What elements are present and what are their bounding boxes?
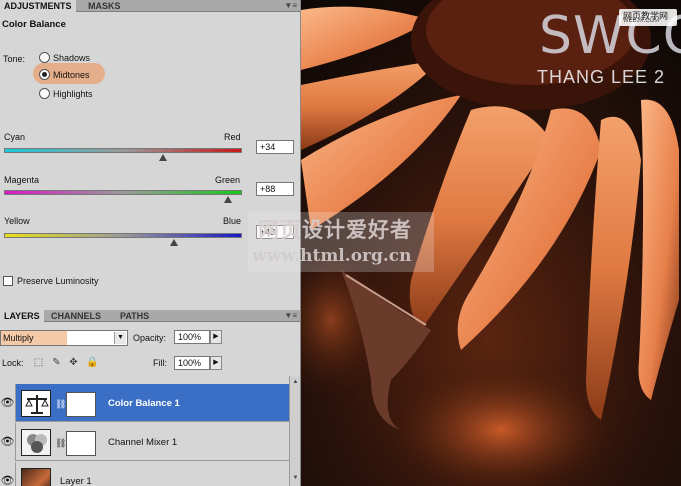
layers-scrollbar[interactable]: ▲ ▼ [289, 376, 300, 486]
layers-tabbar: LAYERS CHANNELS PATHS ▼≡ [0, 310, 300, 322]
adjustment-title: Color Balance [2, 19, 66, 30]
layers-list: 👁 ⛓ Color Balance 1 👁 ⛓ Channel Mixer 1 … [0, 376, 289, 486]
tab-paths[interactable]: PATHS [116, 310, 153, 322]
lock-transparent-icon[interactable]: ⬚ [33, 357, 44, 368]
preserve-luminosity-row[interactable]: Preserve Luminosity [3, 276, 99, 286]
cyan-red-slider-thumb[interactable] [159, 154, 168, 161]
tone-option-highlights[interactable]: Highlights [39, 87, 93, 100]
tone-option-midtones[interactable]: Midtones [39, 68, 90, 81]
scales-icon [21, 390, 51, 417]
tone-option-label: Shadows [53, 52, 91, 63]
magenta-green-value-input[interactable]: +88 [256, 182, 294, 196]
magenta-green-slider-thumb[interactable] [223, 196, 232, 203]
link-icon[interactable]: ⛓ [55, 438, 66, 449]
tab-layers[interactable]: LAYERS [0, 310, 44, 322]
layer-thumbnail [21, 468, 51, 486]
layer-name: Channel Mixer 1 [108, 437, 178, 448]
blend-mode-select[interactable]: Multiply ▼ [0, 330, 128, 346]
preserve-luminosity-label: Preserve Luminosity [17, 276, 99, 286]
lock-brush-icon[interactable]: ✎ [51, 357, 62, 368]
watermark-subtitle: THANG LEE 2 [537, 67, 666, 87]
chevron-down-icon[interactable]: ▼ [114, 332, 126, 344]
panel-menu-icon[interactable]: ▼≡ [284, 1, 297, 11]
layer-name: Color Balance 1 [108, 398, 180, 409]
tone-option-label: Midtones [53, 69, 90, 80]
magenta-green-slider-track[interactable] [4, 190, 242, 195]
opacity-input[interactable]: 100% [174, 330, 210, 344]
preserve-luminosity-checkbox[interactable] [3, 276, 13, 286]
layer-row-layer-1[interactable]: 👁 Layer 1 [0, 462, 289, 486]
slider-cyan-label: Cyan [4, 132, 26, 142]
slider-yellow-label: Yellow [4, 216, 30, 226]
radio-highlights[interactable] [39, 88, 50, 99]
layer-row-color-balance[interactable]: 👁 ⛓ Color Balance 1 [0, 384, 289, 422]
overlay-watermark-url: www.html.org.cn [252, 246, 412, 266]
lock-move-icon[interactable]: ✥ [68, 357, 79, 368]
site-badge: 网页教学网 WEBJX.COM [619, 9, 677, 26]
slider-magenta-label: Magenta [4, 175, 40, 185]
blend-mode-value: Multiply [3, 333, 34, 343]
eye-icon[interactable]: 👁 [0, 462, 16, 486]
layer-name: Layer 1 [60, 476, 92, 486]
site-badge-url: WEBJX.COM [623, 18, 660, 24]
radio-shadows[interactable] [39, 52, 50, 63]
eye-icon[interactable]: 👁 [0, 384, 16, 422]
layer-row-channel-mixer[interactable]: 👁 ⛓ Channel Mixer 1 [0, 423, 289, 461]
slider-red-label: Red [224, 132, 241, 142]
tone-option-label: Highlights [53, 88, 93, 99]
layer-mask-thumbnail[interactable] [66, 392, 96, 417]
tone-label: Tone: [3, 54, 26, 64]
fill-arrow-icon[interactable]: ▶ [210, 356, 222, 370]
tone-option-shadows[interactable]: Shadows [39, 51, 90, 64]
yellow-blue-slider-track[interactable] [4, 233, 242, 238]
fill-label: Fill: [153, 358, 167, 368]
slider-blue-label: Blue [223, 216, 242, 226]
lock-label: Lock: [2, 358, 24, 368]
fill-input[interactable]: 100% [174, 356, 210, 370]
tab-masks[interactable]: MASKS [84, 0, 125, 12]
yellow-blue-slider-thumb[interactable] [170, 239, 179, 246]
opacity-arrow-icon[interactable]: ▶ [210, 330, 222, 344]
cyan-red-value-input[interactable]: +34 [256, 140, 294, 154]
eye-icon[interactable]: 👁 [0, 423, 16, 461]
link-icon[interactable]: ⛓ [55, 399, 66, 410]
panel-menu-icon[interactable]: ▼≡ [284, 311, 297, 321]
scroll-down-icon[interactable]: ▼ [291, 474, 300, 483]
opacity-label: Opacity: [133, 333, 167, 343]
tab-channels[interactable]: CHANNELS [47, 310, 105, 322]
overlay-watermark-cn: 网页设计爱好者 [258, 218, 412, 242]
adjustments-tabbar: ADJUSTMENTS MASKS ▼≡ [0, 0, 300, 12]
radio-midtones[interactable] [39, 69, 50, 80]
overlay-watermark: 网页设计爱好者 www.html.org.cn [248, 212, 434, 272]
slider-green-label: Green [215, 175, 241, 185]
scroll-up-icon[interactable]: ▲ [291, 378, 300, 387]
layer-mask-thumbnail[interactable] [66, 431, 96, 456]
lock-all-icon[interactable]: 🔒 [86, 357, 98, 368]
cyan-red-slider-track[interactable] [4, 148, 242, 153]
channel-mixer-icon [21, 429, 51, 456]
tab-adjustments[interactable]: ADJUSTMENTS [0, 0, 76, 12]
